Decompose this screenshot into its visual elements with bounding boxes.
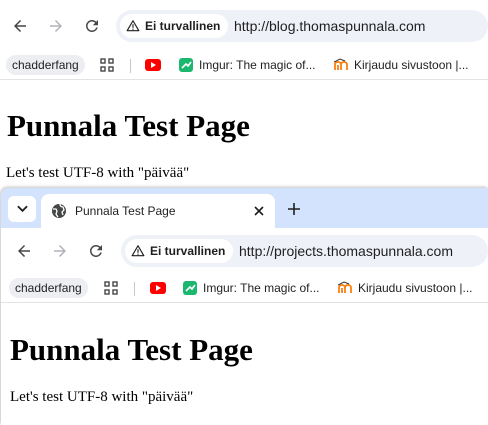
back-arrow-icon bbox=[14, 20, 26, 32]
security-label: Ei turvallinen bbox=[145, 19, 221, 33]
imgur-icon bbox=[179, 58, 193, 72]
reload-button[interactable] bbox=[80, 14, 104, 38]
bookmark-youtube[interactable] bbox=[145, 55, 161, 75]
toolbar-window1: Ei turvallinen http://blog.thomaspunnala… bbox=[0, 6, 488, 46]
bookmark-label: Kirjaudu sivustoon |... bbox=[358, 281, 473, 295]
bookmark-separator bbox=[130, 59, 131, 73]
bookmark-imgur[interactable]: Imgur: The magic of... bbox=[183, 278, 320, 298]
bookmark-label: chadderfang bbox=[12, 58, 79, 72]
address-bar[interactable]: Ei turvallinen http://projects.thomaspun… bbox=[121, 235, 488, 267]
tab-title: Punnala Test Page bbox=[75, 204, 176, 218]
apps-button[interactable] bbox=[104, 278, 118, 298]
url-text[interactable]: http://projects.thomaspunnala.com bbox=[239, 243, 453, 259]
tab-close-button[interactable] bbox=[251, 203, 267, 219]
forward-button[interactable] bbox=[48, 239, 72, 263]
forward-button[interactable] bbox=[44, 14, 68, 38]
youtube-icon bbox=[150, 282, 166, 294]
bookmark-chadderfang[interactable]: chadderfang bbox=[6, 55, 85, 75]
bookmarks-bar-window1: chadderfang Imgur: The magic of... Kirja… bbox=[0, 51, 488, 80]
bookmark-chadderfang[interactable]: chadderfang bbox=[9, 278, 88, 298]
security-chip[interactable]: Ei turvallinen bbox=[125, 239, 234, 263]
bookmarks-bar-window2: chadderfang Imgur: The magic of... Kirja… bbox=[1, 274, 488, 303]
bookmark-youtube[interactable] bbox=[150, 278, 166, 298]
warning-icon bbox=[131, 245, 145, 257]
security-chip[interactable]: Ei turvallinen bbox=[120, 14, 229, 38]
bookmark-kirjaudu[interactable]: Kirjaudu sivustoon |... bbox=[334, 55, 469, 75]
globe-icon bbox=[52, 203, 66, 218]
plus-icon bbox=[288, 203, 300, 215]
youtube-icon bbox=[145, 59, 161, 71]
apps-button[interactable] bbox=[100, 55, 114, 75]
apps-grid-icon bbox=[104, 281, 118, 295]
tab-search-button[interactable] bbox=[8, 196, 36, 222]
page-paragraph: Let's test UTF-8 with "päivää" bbox=[6, 165, 190, 181]
page-content-window2: Punnala Test Page Let's test UTF-8 with … bbox=[1, 309, 488, 425]
page-paragraph: Let's test UTF-8 with "päivää" bbox=[10, 389, 194, 405]
page-heading: Punnala Test Page bbox=[7, 108, 250, 143]
back-button[interactable] bbox=[8, 14, 32, 38]
new-tab-button[interactable] bbox=[284, 199, 304, 219]
bookmark-label: Imgur: The magic of... bbox=[203, 281, 320, 295]
tab-active[interactable]: Punnala Test Page bbox=[41, 194, 275, 228]
apps-grid-icon bbox=[100, 58, 114, 72]
moodle-icon bbox=[338, 281, 352, 293]
chevron-down-icon bbox=[16, 205, 28, 213]
back-button[interactable] bbox=[12, 239, 36, 263]
page-heading: Punnala Test Page bbox=[10, 332, 253, 367]
page-content-window1: Punnala Test Page Let's test UTF-8 with … bbox=[0, 86, 488, 188]
reload-icon bbox=[85, 19, 98, 32]
bookmark-label: chadderfang bbox=[15, 281, 82, 295]
warning-icon bbox=[126, 20, 140, 32]
toolbar-window2: Ei turvallinen http://projects.thomaspun… bbox=[1, 231, 488, 271]
moodle-icon bbox=[334, 58, 348, 70]
browser-window-2: Punnala Test Page Ei turvallinen http://… bbox=[1, 188, 488, 425]
security-label: Ei turvallinen bbox=[150, 244, 226, 258]
bookmark-label: Kirjaudu sivustoon |... bbox=[354, 58, 469, 72]
reload-button[interactable] bbox=[84, 239, 108, 263]
bookmark-label: Imgur: The magic of... bbox=[199, 58, 316, 72]
back-arrow-icon bbox=[18, 245, 30, 257]
forward-arrow-icon bbox=[50, 20, 62, 32]
reload-icon bbox=[89, 244, 102, 257]
url-text[interactable]: http://blog.thomaspunnala.com bbox=[234, 18, 425, 34]
bookmark-imgur[interactable]: Imgur: The magic of... bbox=[179, 55, 316, 75]
bookmark-kirjaudu[interactable]: Kirjaudu sivustoon |... bbox=[338, 278, 473, 298]
imgur-icon bbox=[183, 281, 197, 295]
close-icon bbox=[254, 206, 264, 216]
address-bar[interactable]: Ei turvallinen http://blog.thomaspunnala… bbox=[116, 10, 488, 42]
bookmark-separator bbox=[134, 282, 135, 296]
forward-arrow-icon bbox=[54, 245, 66, 257]
tab-strip: Punnala Test Page bbox=[1, 188, 488, 228]
